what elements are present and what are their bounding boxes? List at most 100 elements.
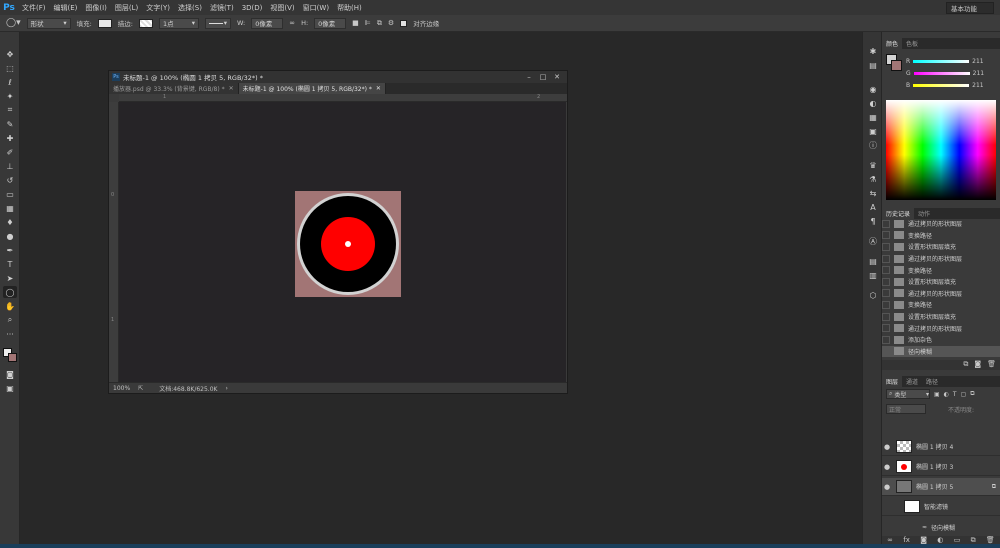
clone-stamp-tool-icon[interactable]: ⊥ <box>3 160 17 172</box>
type-tool-icon[interactable]: T <box>3 258 17 270</box>
navigator-icon[interactable]: ✱ <box>867 46 879 57</box>
history-item[interactable]: 通过拷贝的形状图层 <box>882 288 1000 300</box>
tool-presets-icon[interactable]: ⇆ <box>867 188 879 199</box>
close-icon[interactable]: ✕ <box>229 85 234 92</box>
crop-tool-icon[interactable]: ⌗ <box>3 104 17 116</box>
channel-value[interactable]: 211 <box>973 70 984 77</box>
move-tool-icon[interactable]: ✥ <box>3 48 17 60</box>
align-edges-checkbox[interactable] <box>400 19 408 27</box>
healing-brush-tool-icon[interactable]: ✚ <box>3 132 17 144</box>
minimize-button[interactable]: – <box>523 72 535 82</box>
close-button[interactable]: ✕ <box>551 72 563 82</box>
fill-swatch[interactable] <box>97 18 112 28</box>
smart-filters-row[interactable]: 智能滤镜 <box>882 498 1000 516</box>
document-window[interactable]: Ps 未标题-1 @ 100% (椭圆 1 拷贝 5, RGB/32*) * –… <box>108 70 568 394</box>
color-slider-r[interactable]: R 211 <box>906 56 998 66</box>
slider-track[interactable] <box>913 59 970 63</box>
channel-value[interactable]: 211 <box>972 58 983 65</box>
gear-icon[interactable]: ⚙ <box>388 19 394 27</box>
slider-track[interactable] <box>913 83 970 87</box>
eraser-tool-icon[interactable]: ▭ <box>3 188 17 200</box>
color-slider-b[interactable]: B 211 <box>906 80 998 90</box>
camera-icon[interactable]: ◙ <box>974 360 981 370</box>
tab-swatches[interactable]: 色板 <box>902 38 922 49</box>
share-icon[interactable]: ⇱ <box>138 385 143 392</box>
pen-tool-icon[interactable]: ✒ <box>3 244 17 256</box>
blur-tool-icon[interactable]: ♦ <box>3 216 17 228</box>
width-input[interactable]: 0像素 <box>251 17 284 29</box>
character-icon[interactable]: A <box>867 202 879 213</box>
path-alignment-icon[interactable]: ⊫ <box>365 19 371 27</box>
layer-row[interactable]: ● 椭圆 1 拷贝 4 <box>882 438 1000 456</box>
menu-type[interactable]: 文字(Y) <box>142 3 174 13</box>
blend-mode-select[interactable]: 正常 <box>886 404 926 414</box>
color-slider-g[interactable]: G 211 <box>906 68 998 78</box>
ellipse-tool-preset-icon[interactable]: ◯▾ <box>6 18 21 28</box>
layer-row[interactable]: ● 椭圆 1 拷贝 3 <box>882 458 1000 476</box>
menu-layer[interactable]: 图层(L) <box>111 3 142 13</box>
tab-layers[interactable]: 图层 <box>882 376 903 387</box>
path-operations-icon[interactable]: ■ <box>352 19 359 27</box>
timeline-icon[interactable]: ▥ <box>867 270 879 281</box>
swatches-icon[interactable]: ▦ <box>867 112 879 123</box>
maximize-button[interactable]: □ <box>537 72 549 82</box>
status-arrow-icon[interactable]: › <box>225 385 227 392</box>
pixel-filter-icon[interactable]: ▣ <box>934 391 940 398</box>
menu-view[interactable]: 视图(V) <box>266 3 298 13</box>
filter-row[interactable]: ≈ 径向模糊 <box>882 518 1000 536</box>
brush-presets-icon[interactable]: ♛ <box>867 160 879 171</box>
history-item[interactable]: 设置形状图层填充 <box>882 311 1000 323</box>
paragraph-icon[interactable]: ¶ <box>867 216 879 227</box>
hand-tool-icon[interactable]: ✋ <box>3 300 17 312</box>
adjustments-icon[interactable]: ◉ <box>867 84 879 95</box>
brush-tool-icon[interactable]: ✐ <box>3 146 17 158</box>
info-icon[interactable]: ⓘ <box>867 140 879 151</box>
lasso-tool-icon[interactable]: ℓ <box>3 76 17 88</box>
channel-value[interactable]: 211 <box>972 82 983 89</box>
eye-icon[interactable]: ● <box>882 443 892 451</box>
horizontal-ruler[interactable]: 1 2 <box>119 94 567 102</box>
tab-channels[interactable]: 通道 <box>902 376 922 387</box>
adjustment-filter-icon[interactable]: ◐ <box>944 391 949 398</box>
tab-color[interactable]: 颜色 <box>882 38 903 49</box>
tab-paths[interactable]: 路径 <box>922 376 942 387</box>
more-tools-icon[interactable]: ··· <box>3 328 17 340</box>
gradient-tool-icon[interactable]: ▦ <box>3 202 17 214</box>
stroke-size-input[interactable]: 1点 ▾ <box>159 17 199 29</box>
quick-mask-icon[interactable]: ◙ <box>3 368 17 380</box>
notes-icon[interactable]: ▤ <box>867 256 879 267</box>
smart-object-filter-icon[interactable]: ⧉ <box>970 390 974 398</box>
histogram-icon[interactable]: ▤ <box>867 60 879 71</box>
styles-icon[interactable]: ◐ <box>867 98 879 109</box>
menu-select[interactable]: 选择(S) <box>174 3 206 13</box>
artwork[interactable] <box>295 191 401 297</box>
zoom-level[interactable]: 100% <box>113 385 130 392</box>
screen-mode-icon[interactable]: ▣ <box>3 382 17 394</box>
background-color-swatch[interactable] <box>8 353 17 362</box>
layer-name[interactable]: 椭圆 1 拷贝 5 <box>916 482 953 491</box>
eyedropper-tool-icon[interactable]: ✎ <box>3 118 17 130</box>
path-arrangement-icon[interactable]: ⧉ <box>377 19 382 28</box>
trash-icon[interactable]: 🗑 <box>987 360 996 370</box>
shape-filter-icon[interactable]: ▢ <box>961 391 967 398</box>
history-item-current[interactable]: 径向模糊 <box>882 345 1000 358</box>
type-filter-icon[interactable]: T <box>953 391 957 398</box>
history-item[interactable]: 变换路径 <box>882 299 1000 311</box>
path-selection-tool-icon[interactable]: ➤ <box>3 272 17 284</box>
history-item[interactable]: 通过拷贝的形状图层 <box>882 218 1000 230</box>
eye-icon[interactable]: ● <box>882 483 892 491</box>
tab-untitled-1[interactable]: 未标题-1 @ 100% (椭圆 1 拷贝 5, RGB/32*) * ✕ <box>238 83 386 94</box>
eye-icon[interactable]: ● <box>882 463 892 471</box>
history-item[interactable]: 变换路径 <box>882 230 1000 242</box>
color-spectrum[interactable] <box>886 100 996 200</box>
menu-edit[interactable]: 编辑(E) <box>50 3 82 13</box>
history-brush-tool-icon[interactable]: ↺ <box>3 174 17 186</box>
height-input[interactable]: 0像素 <box>314 17 347 29</box>
document-title-bar[interactable]: Ps 未标题-1 @ 100% (椭圆 1 拷贝 5, RGB/32*) * –… <box>109 71 567 83</box>
menu-filter[interactable]: 滤镜(T) <box>206 3 238 13</box>
clone-source-icon[interactable]: ⚗ <box>867 174 879 185</box>
history-item[interactable]: 通过拷贝的形状图层 <box>882 322 1000 334</box>
history-item[interactable]: 设置形状图层填充 <box>882 241 1000 253</box>
history-item[interactable]: 设置形状图层填充 <box>882 276 1000 288</box>
layer-name[interactable]: 椭圆 1 拷贝 4 <box>916 442 953 451</box>
